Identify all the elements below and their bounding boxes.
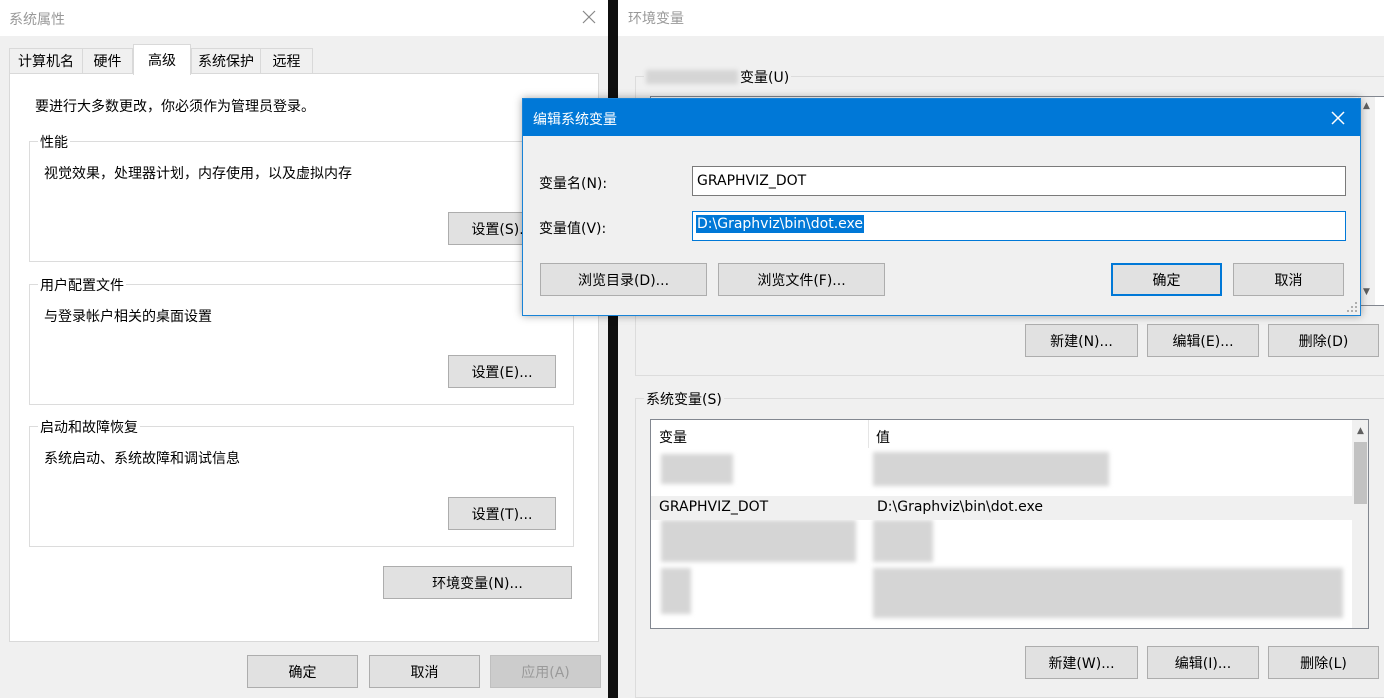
startup-recovery-group: 启动和故障恢复 系统启动、系统故障和调试信息 设置(T)...	[29, 417, 574, 547]
column-header-value[interactable]: 值	[869, 420, 1339, 448]
title-bar: 环境变量	[618, 0, 1384, 36]
browse-file-button[interactable]: 浏览文件(F)...	[718, 263, 885, 296]
system-properties-window: 系统属性 计算机名 硬件 高级 系统保护 远程 要进行大多数更改，你必须作为管理…	[0, 0, 608, 698]
system-edit-button[interactable]: 编辑(I)...	[1147, 646, 1259, 679]
redacted-row	[661, 520, 856, 562]
environment-variables-button[interactable]: 环境变量(N)...	[383, 566, 572, 599]
table-row-selected[interactable]: GRAPHVIZ_DOT D:\Graphviz\bin\dot.exe	[651, 496, 1352, 520]
group-description: 与登录帐户相关的桌面设置	[44, 309, 212, 325]
dialog-title-bar: 编辑系统变量	[523, 99, 1360, 136]
system-variables-table[interactable]: 变量 值 GRAPHVIZ_DOT D:\Graphviz\bin\dot.ex…	[650, 419, 1369, 629]
system-new-button[interactable]: 新建(W)...	[1025, 646, 1138, 679]
variable-name-label: 变量名(N):	[539, 176, 608, 192]
tab-label: 硬件	[93, 54, 122, 70]
close-icon[interactable]	[580, 6, 598, 28]
apply-button[interactable]: 应用(A)	[490, 655, 601, 688]
redacted-row	[661, 568, 691, 614]
edit-variable-dialog: 编辑系统变量 变量名(N): 变量值(V): D:\Graphviz\bin\d…	[522, 98, 1361, 316]
tab-computer-name[interactable]: 计算机名	[9, 48, 83, 73]
group-description: 视觉效果，处理器计划，内存使用，以及虚拟内存	[44, 166, 352, 182]
tab-label: 高级	[148, 53, 176, 69]
row-variable-value: D:\Graphviz\bin\dot.exe	[877, 499, 1043, 515]
column-label: 值	[876, 430, 890, 446]
variable-value-label: 变量值(V):	[539, 221, 607, 237]
tab-label: 计算机名	[18, 54, 74, 70]
window-title: 环境变量	[628, 11, 684, 27]
performance-group: 性能 视觉效果，处理器计划，内存使用，以及虚拟内存 设置(S)...	[29, 132, 574, 262]
user-new-button[interactable]: 新建(N)...	[1025, 324, 1138, 357]
tab-advanced[interactable]: 高级	[133, 44, 191, 75]
group-title: 变量(U)	[644, 67, 792, 87]
dialog-cancel-button[interactable]: 取消	[1233, 263, 1344, 296]
tab-label: 系统保护	[198, 54, 254, 70]
profile-settings-button[interactable]: 设置(E)...	[448, 355, 556, 388]
title-bar: 系统属性	[0, 0, 608, 36]
admin-note: 要进行大多数更改，你必须作为管理员登录。	[35, 99, 315, 115]
ok-button[interactable]: 确定	[247, 655, 358, 688]
variable-name-input[interactable]	[692, 166, 1346, 196]
column-label: 变量	[659, 430, 687, 446]
close-icon[interactable]	[1328, 108, 1348, 128]
table-scrollbar[interactable]: ▲	[1352, 420, 1368, 628]
tab-hardware[interactable]: 硬件	[83, 48, 133, 73]
group-title: 系统变量(S)	[644, 389, 724, 409]
user-variables-label: 变量(U)	[740, 70, 790, 86]
user-delete-button[interactable]: 删除(D)	[1268, 324, 1379, 357]
dialog-ok-button[interactable]: 确定	[1111, 263, 1222, 296]
redacted-username	[646, 70, 738, 84]
redacted-row	[873, 452, 1109, 486]
row-variable-name: GRAPHVIZ_DOT	[659, 499, 769, 515]
window-title: 系统属性	[9, 12, 65, 28]
tab-system-protection[interactable]: 系统保护	[191, 48, 261, 73]
group-description: 系统启动、系统故障和调试信息	[44, 451, 240, 467]
scrollbar-thumb[interactable]	[1354, 442, 1367, 504]
group-title: 启动和故障恢复	[38, 417, 140, 437]
user-edit-button[interactable]: 编辑(E)...	[1147, 324, 1259, 357]
resize-grip-icon[interactable]	[1346, 301, 1358, 313]
dialog-title: 编辑系统变量	[533, 112, 617, 128]
group-title: 性能	[38, 132, 70, 152]
column-header-variable[interactable]: 变量	[651, 420, 869, 448]
group-title: 用户配置文件	[38, 275, 126, 295]
scroll-up-icon[interactable]: ▲	[1352, 422, 1368, 439]
tab-label: 远程	[272, 54, 301, 70]
system-delete-button[interactable]: 删除(L)	[1268, 646, 1379, 679]
startup-settings-button[interactable]: 设置(T)...	[448, 497, 556, 530]
redacted-row	[873, 520, 933, 562]
tab-remote[interactable]: 远程	[261, 48, 313, 73]
redacted-row	[661, 454, 733, 484]
redacted-row	[873, 568, 1343, 618]
user-profile-group: 用户配置文件 与登录帐户相关的桌面设置 设置(E)...	[29, 275, 574, 405]
cancel-button[interactable]: 取消	[369, 655, 480, 688]
selected-text: D:\Graphviz\bin\dot.exe	[696, 215, 864, 233]
tab-panel-advanced: 要进行大多数更改，你必须作为管理员登录。 性能 视觉效果，处理器计划，内存使用，…	[9, 73, 599, 642]
variable-value-input[interactable]: D:\Graphviz\bin\dot.exe	[692, 211, 1346, 241]
browse-directory-button[interactable]: 浏览目录(D)...	[540, 263, 707, 296]
